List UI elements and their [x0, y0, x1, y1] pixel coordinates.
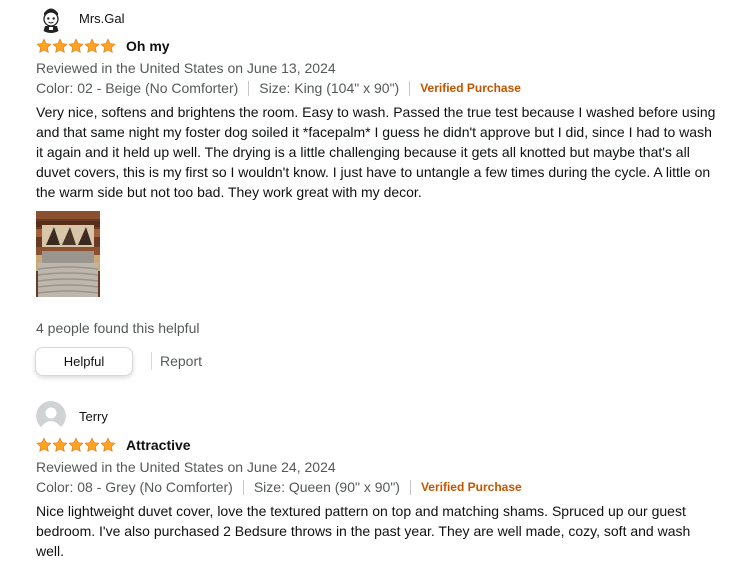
review-body: Very nice, softens and brightens the roo… — [36, 104, 716, 200]
review-title[interactable]: Attractive — [126, 437, 191, 453]
star-icon — [68, 38, 84, 53]
reviewer-profile[interactable]: Terry — [36, 401, 108, 431]
variant-color[interactable]: Color: 08 - Grey (No Comforter) — [36, 479, 233, 495]
reviewer-name[interactable]: Mrs.Gal — [79, 11, 125, 26]
star-icon — [84, 437, 100, 452]
variant-size[interactable]: Size: Queen (90" x 90") — [254, 479, 400, 495]
star-icon — [36, 38, 52, 53]
review-title-row: Oh my — [36, 38, 170, 54]
star-icon — [84, 38, 100, 53]
divider — [151, 352, 152, 370]
star-icon — [68, 437, 84, 452]
star-icon — [52, 38, 68, 53]
star-icon — [36, 437, 52, 452]
product-variant-row: Color: 02 - Beige (No Comforter) Size: K… — [36, 80, 521, 96]
reviewer-name[interactable]: Terry — [79, 409, 108, 424]
star-icon — [100, 437, 116, 452]
helpful-count: 4 people found this helpful — [36, 320, 200, 336]
variant-size[interactable]: Size: King (104" x 90") — [259, 80, 399, 96]
report-link[interactable]: Report — [160, 353, 202, 369]
cartoon-character-avatar-icon — [36, 3, 66, 33]
review-photo-thumbnail[interactable] — [36, 211, 100, 297]
divider — [409, 80, 411, 96]
divider — [242, 479, 244, 495]
review-title[interactable]: Oh my — [126, 38, 170, 54]
star-rating[interactable] — [36, 38, 116, 54]
verified-purchase-badge: Verified Purchase — [420, 480, 522, 494]
default-user-avatar-icon — [36, 401, 66, 431]
review-date: Reviewed in the United States on June 13… — [36, 60, 336, 76]
product-variant-row: Color: 08 - Grey (No Comforter) Size: Qu… — [36, 479, 522, 495]
review-title-row: Attractive — [36, 437, 191, 453]
star-rating[interactable] — [36, 437, 116, 453]
divider — [409, 479, 411, 495]
variant-color[interactable]: Color: 02 - Beige (No Comforter) — [36, 80, 238, 96]
helpful-button[interactable]: Helpful — [35, 347, 133, 376]
star-icon — [52, 437, 68, 452]
divider — [248, 80, 250, 96]
star-icon — [100, 38, 116, 53]
review-date: Reviewed in the United States on June 24… — [36, 459, 336, 475]
verified-purchase-badge: Verified Purchase — [420, 81, 521, 95]
review-body: Nice lightweight duvet cover, love the t… — [36, 503, 691, 559]
reviewer-profile[interactable]: Mrs.Gal — [36, 3, 125, 33]
